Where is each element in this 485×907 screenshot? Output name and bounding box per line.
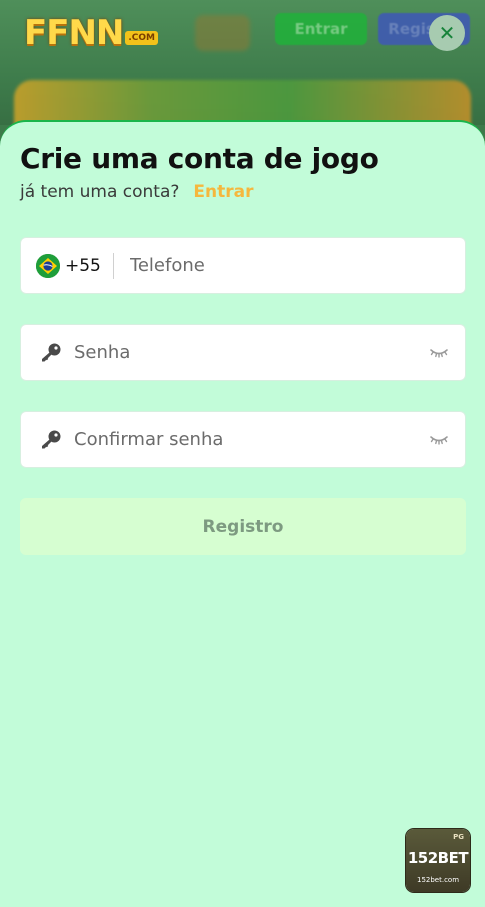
brazil-flag-icon[interactable] xyxy=(36,253,60,278)
confirm-password-input[interactable] xyxy=(72,411,429,468)
promo-banner xyxy=(14,80,471,125)
key-icon xyxy=(42,430,61,448)
password-input[interactable] xyxy=(72,324,429,381)
header-enter-button: Entrar xyxy=(275,13,367,45)
password-field[interactable] xyxy=(20,324,466,381)
corner-ad-banner[interactable]: PG 152BET 152bet.com xyxy=(406,829,470,892)
have-account-text: já tem uma conta? xyxy=(20,182,180,202)
close-icon: ✕ xyxy=(438,21,456,45)
phone-input[interactable] xyxy=(127,237,465,294)
ad-brand: 152BET xyxy=(407,849,469,867)
ad-tag: PG xyxy=(453,833,464,841)
background-header: FFNN .COM Entrar Registro xyxy=(0,0,485,125)
dial-code[interactable]: +55 xyxy=(65,256,101,276)
confirm-password-field[interactable] xyxy=(20,411,466,468)
signup-sheet: Crie uma conta de jogo já tem uma conta?… xyxy=(0,120,485,907)
page-title: Crie uma conta de jogo xyxy=(20,142,379,175)
site-logo: FFNN .COM xyxy=(24,13,159,53)
eye-closed-icon[interactable] xyxy=(429,346,449,360)
site-logo-text: FFNN xyxy=(24,13,124,53)
key-icon xyxy=(42,343,61,361)
have-account-row: já tem uma conta? Entrar xyxy=(20,182,254,202)
login-link[interactable]: Entrar xyxy=(193,182,253,202)
ad-site: 152bet.com xyxy=(416,876,460,884)
eye-closed-icon[interactable] xyxy=(429,433,449,447)
phone-field[interactable]: +55 xyxy=(20,237,466,294)
field-divider xyxy=(112,252,114,279)
mascot-image xyxy=(195,15,250,51)
close-button[interactable]: ✕ xyxy=(429,15,465,51)
register-button[interactable]: Registro xyxy=(20,498,466,555)
site-logo-badge: .COM xyxy=(125,31,159,45)
